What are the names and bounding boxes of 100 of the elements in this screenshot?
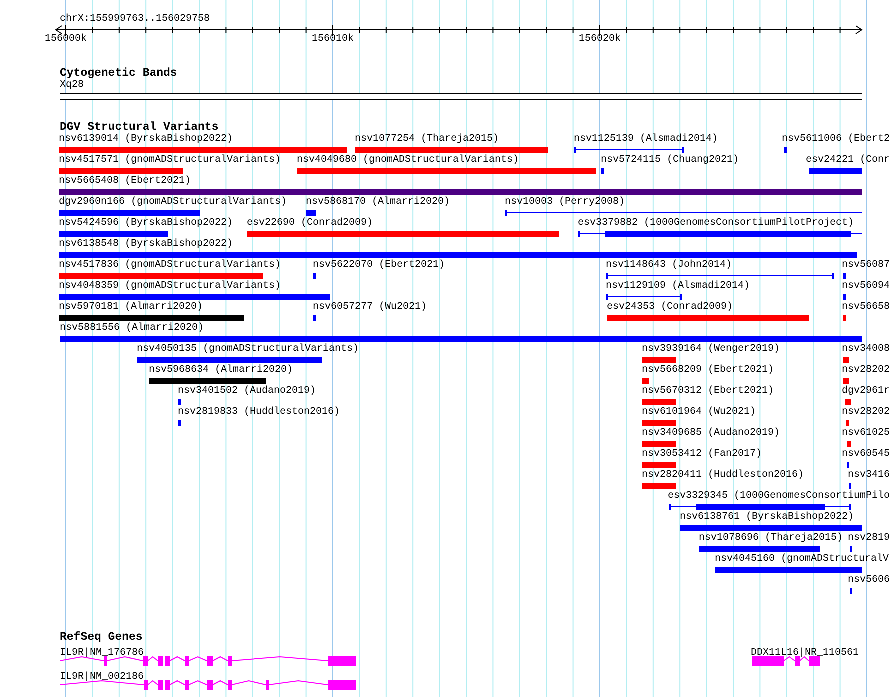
variant-bar[interactable] — [60, 336, 862, 342]
variant-span[interactable] — [606, 294, 682, 300]
variant-span[interactable] — [505, 210, 862, 216]
variant-label: nsv56094 — [842, 281, 890, 293]
variant-bar[interactable] — [137, 357, 322, 363]
variant-label: nsv2819833 (Huddleston2016) — [178, 407, 340, 419]
track-title: DGV Structural Variants — [60, 121, 219, 134]
variant-label: esv24221 (Conr — [806, 155, 890, 167]
gene-model-drawing[interactable] — [60, 680, 356, 690]
variant-label: nsv5622070 (Ebert2021) — [313, 260, 446, 272]
variant-bar[interactable] — [809, 168, 862, 174]
variant-label: dgv2960n166 (gnomADStructuralVariants) — [59, 197, 288, 209]
variant-bar[interactable] — [59, 210, 200, 216]
variant-label: nsv3401502 (Audano2019) — [178, 386, 316, 398]
variant-bar[interactable] — [642, 483, 676, 489]
variant-label: nsv2819 — [848, 533, 890, 545]
gene-label: IL9R|NM_176786 — [60, 648, 144, 660]
variant-label: nsv6138761 (ByrskaBishop2022) — [680, 512, 854, 524]
variant-bar[interactable] — [355, 147, 548, 153]
gene-model-drawing[interactable] — [60, 656, 356, 666]
variant-label: nsv4049680 (gnomADStructuralVariants) — [297, 155, 520, 167]
gene-model-drawing[interactable] — [751, 656, 820, 666]
variant-label: esv3379882 (1000GenomesConsortiumPilotProject) — [578, 218, 854, 230]
variant-bar[interactable] — [178, 420, 181, 426]
variant-label: nsv1148643 (John2014) — [606, 260, 732, 272]
variant-label: nsv5868170 (Almarri2020) — [306, 197, 450, 209]
variant-label: nsv28202 — [842, 365, 890, 377]
variant-bar[interactable] — [59, 294, 330, 300]
variant-label: nsv3053412 (Fan2017) — [642, 449, 762, 461]
variant-bar[interactable] — [59, 189, 862, 195]
variant-bar[interactable] — [306, 210, 316, 216]
variant-bar[interactable] — [642, 420, 676, 426]
variant-bar[interactable] — [59, 231, 168, 237]
variant-bar[interactable] — [845, 399, 851, 405]
variant-bar[interactable] — [59, 147, 347, 153]
gene-label: DDX11L16|NR_110561 — [751, 648, 860, 660]
variant-label: nsv4050135 (gnomADStructuralVariants) — [137, 344, 360, 356]
variant-label: nsv60545 — [842, 449, 890, 461]
variant-bar[interactable] — [843, 294, 846, 300]
variant-label: nsv5611006 (Ebert2 — [782, 134, 890, 146]
variant-label: nsv4517571 (gnomADStructuralVariants) — [59, 155, 282, 167]
variant-span[interactable] — [574, 147, 684, 153]
variant-label: nsv1077254 (Thareja2015) — [355, 134, 500, 146]
variant-bar[interactable] — [178, 399, 181, 405]
variant-bar[interactable] — [642, 462, 676, 468]
variant-bar[interactable] — [601, 168, 604, 174]
variant-label: nsv5670312 (Ebert2021) — [642, 386, 774, 398]
variant-label: nsv56658 — [842, 302, 890, 314]
variant-bar[interactable] — [297, 168, 596, 174]
variant-bar[interactable] — [313, 315, 316, 321]
variant-bar[interactable] — [642, 399, 676, 405]
variant-bar[interactable] — [784, 147, 787, 153]
track-title: RefSeq Genes — [60, 631, 143, 644]
variant-span[interactable] — [578, 231, 862, 237]
location-label: chrX:155999763..156029758 — [60, 14, 210, 26]
variant-label: nsv2820411 (Huddleston2016) — [642, 470, 804, 482]
variant-span[interactable] — [606, 273, 834, 279]
variant-label: nsv10003 (Perry2008) — [505, 197, 626, 209]
variant-bar[interactable] — [715, 567, 862, 573]
gene-label: IL9R|NM_002186 — [60, 672, 144, 684]
variant-bar[interactable] — [607, 315, 809, 321]
variant-label: esv22690 (Conrad2009) — [247, 218, 374, 230]
variant-bar[interactable] — [847, 441, 851, 447]
variant-bar[interactable] — [313, 273, 316, 279]
variant-label: nsv5881556 (Almarri2020) — [60, 323, 204, 335]
variant-bar[interactable] — [843, 357, 849, 363]
variant-label: nsv4517836 (gnomADStructuralVariants) — [59, 260, 282, 272]
variant-label: nsv1125139 (Alsmadi2014) — [574, 134, 718, 146]
variant-label: nsv3409685 (Audano2019) — [642, 428, 780, 440]
variant-bar[interactable] — [642, 378, 649, 384]
variant-span[interactable] — [669, 504, 851, 510]
variant-label: nsv5970181 (Almarri2020) — [59, 302, 204, 314]
variant-label: nsv5668209 (Ebert2021) — [642, 365, 774, 377]
variant-bar[interactable] — [59, 252, 857, 258]
variant-bar[interactable] — [843, 273, 846, 279]
variant-label: nsv56087 — [842, 260, 890, 272]
variant-bar[interactable] — [680, 525, 862, 531]
variant-label: nsv5606 — [848, 575, 890, 587]
variant-label: nsv6139014 (ByrskaBishop2022) — [59, 134, 234, 146]
variant-bar[interactable] — [642, 357, 676, 363]
variant-bar[interactable] — [59, 273, 263, 279]
variant-bar[interactable] — [59, 315, 244, 321]
variant-bar[interactable] — [843, 378, 849, 384]
variant-label: nsv6057277 (Wu2021) — [313, 302, 428, 314]
variant-bar[interactable] — [846, 420, 849, 426]
variant-label: dgv2961r — [842, 386, 890, 398]
tick-label: 156020k — [579, 34, 621, 46]
tick-label: 156000k — [45, 34, 87, 46]
variant-bar[interactable] — [642, 441, 676, 447]
variant-bar[interactable] — [843, 315, 846, 321]
variant-label: esv24353 (Conrad2009) — [607, 302, 734, 314]
variant-bar[interactable] — [699, 546, 820, 552]
variant-label: nsv3939164 (Wenger2019) — [642, 344, 780, 356]
variant-label: nsv3416 — [848, 470, 890, 482]
variant-bar[interactable] — [59, 168, 183, 174]
variant-label: nsv28202 — [842, 407, 890, 419]
variant-bar[interactable] — [149, 378, 266, 384]
variant-bar[interactable] — [247, 231, 559, 237]
variant-label: nsv1129109 (Alsmadi2014) — [606, 281, 750, 293]
variant-label: esv3329345 (1000GenomesConsortiumPilo — [668, 491, 890, 503]
